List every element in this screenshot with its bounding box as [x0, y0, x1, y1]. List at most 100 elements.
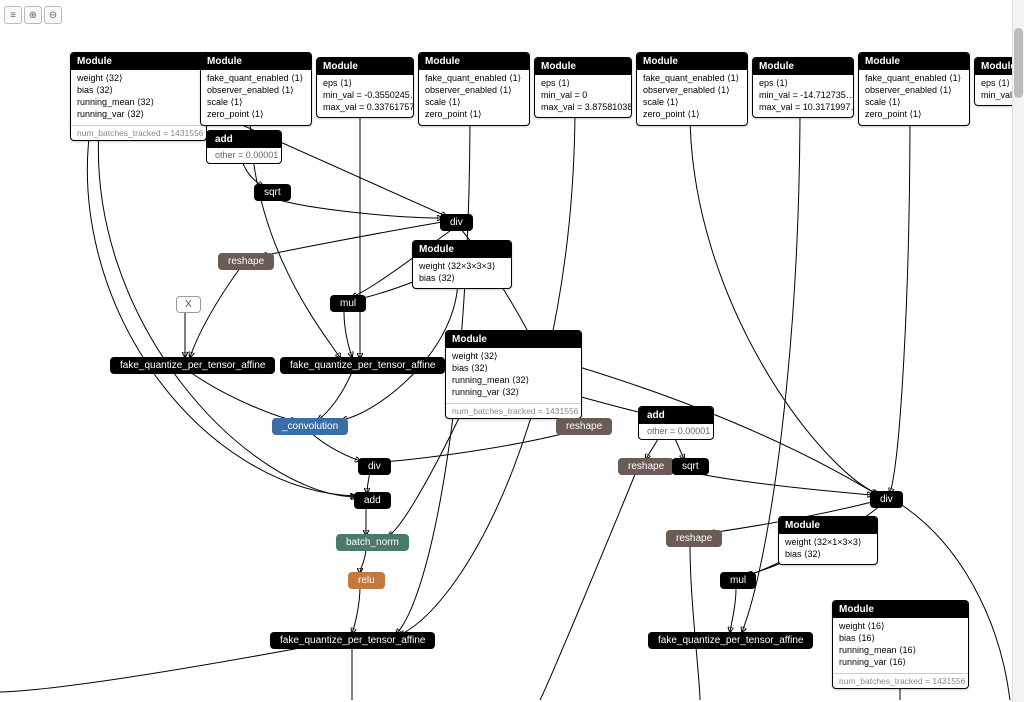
op-reshape[interactable]: reshape [556, 418, 612, 435]
op-add[interactable]: add [354, 492, 391, 509]
op-reshape[interactable]: reshape [666, 530, 722, 547]
op-header: add [207, 131, 281, 148]
attr-row: observer_enabled ⟨1⟩ [865, 84, 963, 96]
attr-row: zero_point ⟨1⟩ [425, 108, 523, 120]
node-header: Module [201, 53, 311, 70]
attr-row: running_var ⟨16⟩ [839, 656, 962, 668]
op-relu[interactable]: relu [348, 572, 385, 589]
attr-row: observer_enabled ⟨1⟩ [425, 84, 523, 96]
module-node[interactable]: Module weight ⟨32×1×3×3⟩ bias ⟨32⟩ [778, 516, 878, 565]
op-div[interactable]: div [440, 214, 473, 231]
module-node[interactable]: Module fake_quant_enabled ⟨1⟩ observer_e… [858, 52, 970, 126]
vertical-scrollbar[interactable] [1012, 0, 1024, 702]
zoom-in-icon[interactable]: ⊕ [24, 6, 42, 24]
op-sqrt[interactable]: sqrt [672, 458, 709, 475]
module-node[interactable]: Module eps ⟨1⟩ min_val = -14.712735… max… [752, 57, 854, 118]
op-fakequant[interactable]: fake_quantize_per_tensor_affine [110, 357, 275, 374]
node-header: Module [779, 517, 877, 534]
attr-row: eps ⟨1⟩ [759, 77, 847, 89]
attr-row: eps ⟨1⟩ [541, 77, 625, 89]
op-div[interactable]: div [358, 458, 391, 475]
attr-row: fake_quant_enabled ⟨1⟩ [643, 72, 741, 84]
op-fakequant[interactable]: fake_quantize_per_tensor_affine [270, 632, 435, 649]
attr-row: scale ⟨1⟩ [865, 96, 963, 108]
attr-row: running_var ⟨32⟩ [452, 386, 575, 398]
attr-foot: num_batches_tracked = 1431556 [446, 403, 581, 418]
node-header: Module [317, 58, 413, 75]
attr-row: bias ⟨16⟩ [839, 632, 962, 644]
module-node[interactable]: Module eps ⟨1⟩ min_val = -0.3550245… max… [316, 57, 414, 118]
input-x[interactable]: X [176, 296, 201, 313]
scrollbar-thumb[interactable] [1014, 28, 1023, 98]
attr-row: running_mean ⟨32⟩ [452, 374, 575, 386]
attr-row: fake_quant_enabled ⟨1⟩ [425, 72, 523, 84]
attr-row: scale ⟨1⟩ [425, 96, 523, 108]
module-node[interactable]: Module fake_quant_enabled ⟨1⟩ observer_e… [636, 52, 748, 126]
op-mul[interactable]: mul [330, 295, 366, 312]
attr-row: fake_quant_enabled ⟨1⟩ [207, 72, 305, 84]
attr-row: min_val = -0.3550245… [323, 89, 407, 101]
module-node[interactable]: Module weight ⟨32×3×3×3⟩ bias ⟨32⟩ [412, 240, 512, 289]
op-sqrt[interactable]: sqrt [254, 184, 291, 201]
module-node[interactable]: Module weight ⟨32⟩ bias ⟨32⟩ running_mea… [70, 52, 207, 141]
attr-row: scale ⟨1⟩ [643, 96, 741, 108]
attr-row: scale ⟨1⟩ [207, 96, 305, 108]
attr-row: max_val = 3.87581038… [541, 101, 625, 113]
attr-row: zero_point ⟨1⟩ [865, 108, 963, 120]
attr-row: min_val = -14.712735… [759, 89, 847, 101]
list-icon[interactable]: ≡ [4, 6, 22, 24]
attr-row: weight ⟨32×1×3×3⟩ [785, 536, 871, 548]
node-header: Module [413, 241, 511, 258]
attr-row: eps ⟨1⟩ [323, 77, 407, 89]
node-header: Module [446, 331, 581, 348]
attr-row: bias ⟨32⟩ [785, 548, 871, 560]
attr-row: min_val = 0 [541, 89, 625, 101]
module-node[interactable]: Module fake_quant_enabled ⟨1⟩ observer_e… [418, 52, 530, 126]
op-div[interactable]: div [870, 491, 903, 508]
attr-row: fake_quant_enabled ⟨1⟩ [865, 72, 963, 84]
attr-row: bias ⟨32⟩ [452, 362, 575, 374]
module-node[interactable]: Module weight ⟨16⟩ bias ⟨16⟩ running_mea… [832, 600, 969, 689]
attr-row: weight ⟨32×3×3×3⟩ [419, 260, 505, 272]
graph-canvas[interactable]: ≡ ⊕ ⊖ Module weight ⟨32⟩ bias ⟨32⟩ runni… [0, 0, 1024, 702]
op-batchnorm[interactable]: batch_norm [336, 534, 409, 551]
op-fakequant[interactable]: fake_quantize_per_tensor_affine [648, 632, 813, 649]
op-add[interactable]: add other = 0.00001 [638, 406, 714, 440]
toolbar: ≡ ⊕ ⊖ [4, 6, 62, 24]
op-body: other = 0.00001 [639, 424, 713, 439]
op-convolution[interactable]: _convolution [272, 418, 348, 435]
op-fakequant[interactable]: fake_quantize_per_tensor_affine [280, 357, 445, 374]
attr-row: running_mean ⟨16⟩ [839, 644, 962, 656]
op-body: other = 0.00001 [207, 148, 281, 163]
module-node[interactable]: Module fake_quant_enabled ⟨1⟩ observer_e… [200, 52, 312, 126]
module-node[interactable]: Module eps ⟨1⟩ min_val = 0 max_val = 3.8… [534, 57, 632, 118]
module-node[interactable]: Module weight ⟨32⟩ bias ⟨32⟩ running_mea… [445, 330, 582, 419]
zoom-out-icon[interactable]: ⊖ [44, 6, 62, 24]
attr-row: zero_point ⟨1⟩ [643, 108, 741, 120]
node-header: Module [637, 53, 747, 70]
attr-foot: num_batches_tracked = 1431556 [833, 673, 968, 688]
attr-row: observer_enabled ⟨1⟩ [643, 84, 741, 96]
op-reshape[interactable]: reshape [218, 253, 274, 270]
attr-row: observer_enabled ⟨1⟩ [207, 84, 305, 96]
op-reshape[interactable]: reshape [618, 458, 674, 475]
attr-row: bias ⟨32⟩ [77, 84, 200, 96]
node-header: Module [753, 58, 853, 75]
op-mul[interactable]: mul [720, 572, 756, 589]
node-header: Module [71, 53, 206, 70]
attr-row: max_val = 0.33761757… [323, 101, 407, 113]
attr-row: zero_point ⟨1⟩ [207, 108, 305, 120]
op-add[interactable]: add other = 0.00001 [206, 130, 282, 164]
node-header: Module [833, 601, 968, 618]
attr-row: weight ⟨32⟩ [452, 350, 575, 362]
attr-foot: num_batches_tracked = 1431556 [71, 125, 206, 140]
node-header: Module [535, 58, 631, 75]
attr-row: weight ⟨32⟩ [77, 72, 200, 84]
attr-row: weight ⟨16⟩ [839, 620, 962, 632]
op-header: add [639, 407, 713, 424]
node-header: Module [859, 53, 969, 70]
attr-row: running_var ⟨32⟩ [77, 108, 200, 120]
attr-row: running_mean ⟨32⟩ [77, 96, 200, 108]
node-header: Module [419, 53, 529, 70]
attr-row: bias ⟨32⟩ [419, 272, 505, 284]
